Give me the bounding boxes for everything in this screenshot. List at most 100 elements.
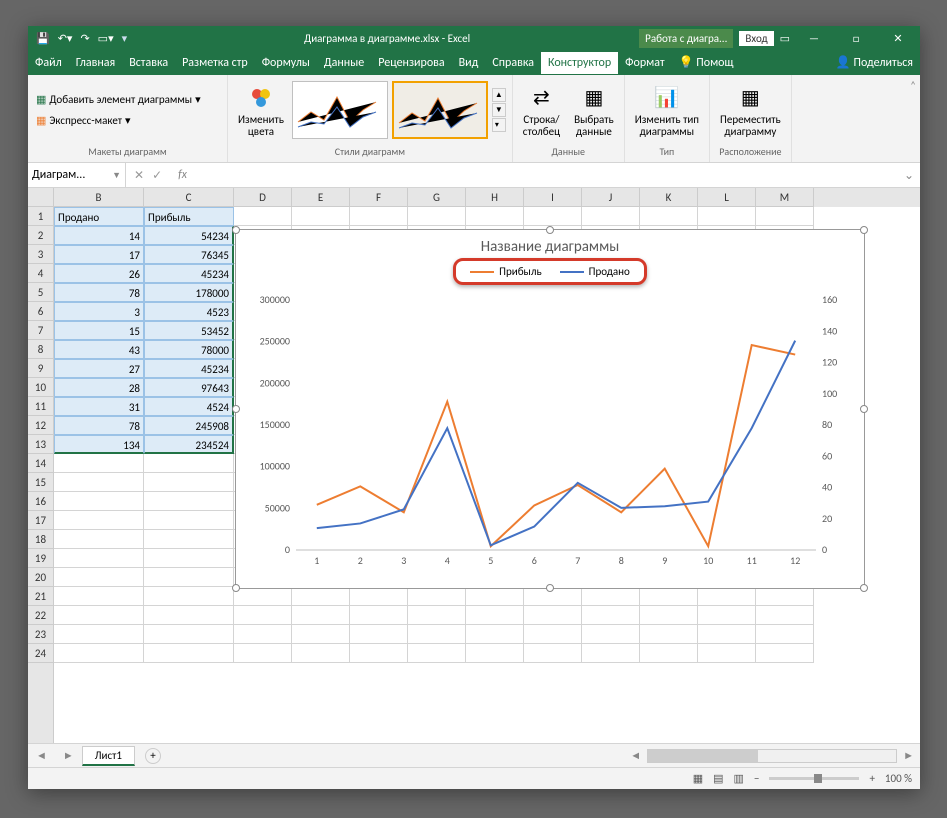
tab-insert[interactable]: Вставка — [122, 52, 175, 74]
cell[interactable] — [582, 606, 640, 625]
cell[interactable]: 245908 — [144, 416, 234, 435]
cell[interactable] — [292, 644, 350, 663]
col-header-E[interactable]: E — [292, 188, 350, 207]
cell[interactable] — [234, 625, 292, 644]
styles-down-icon[interactable]: ▼ — [492, 103, 506, 117]
cell[interactable] — [466, 625, 524, 644]
row-header-24[interactable]: 24 — [28, 644, 53, 663]
maximize-button[interactable]: □ — [838, 26, 874, 50]
cell[interactable]: 15 — [54, 321, 144, 340]
cell[interactable] — [144, 568, 234, 587]
cell[interactable]: 78000 — [144, 340, 234, 359]
cell[interactable] — [234, 606, 292, 625]
cell[interactable] — [698, 625, 756, 644]
cell[interactable]: 78 — [54, 283, 144, 302]
view-pagelayout-icon[interactable]: ▤ — [713, 772, 723, 785]
row-header-21[interactable]: 21 — [28, 587, 53, 606]
row-header-23[interactable]: 23 — [28, 625, 53, 644]
col-header-J[interactable]: J — [582, 188, 640, 207]
row-header-7[interactable]: 7 — [28, 321, 53, 340]
cell[interactable] — [640, 587, 698, 606]
col-header-M[interactable]: M — [756, 188, 814, 207]
login-button[interactable]: Вход — [739, 31, 773, 46]
select-data-button[interactable]: ▦Выбрать данные — [570, 80, 618, 140]
row-header-15[interactable]: 15 — [28, 473, 53, 492]
cell[interactable] — [54, 644, 144, 663]
cell[interactable] — [350, 644, 408, 663]
cell[interactable]: 31 — [54, 397, 144, 416]
cell[interactable] — [292, 587, 350, 606]
cell[interactable] — [144, 587, 234, 606]
cell[interactable]: 14 — [54, 226, 144, 245]
col-header-C[interactable]: C — [144, 188, 234, 207]
cell[interactable] — [408, 644, 466, 663]
cell[interactable] — [350, 606, 408, 625]
cell[interactable] — [582, 207, 640, 226]
cell[interactable] — [144, 606, 234, 625]
cell[interactable] — [582, 644, 640, 663]
row-header-9[interactable]: 9 — [28, 359, 53, 378]
minimize-button[interactable]: — — [796, 26, 832, 50]
cell[interactable] — [292, 207, 350, 226]
cell[interactable] — [698, 644, 756, 663]
collapse-ribbon-icon[interactable]: ˄ — [910, 79, 916, 92]
cell[interactable] — [350, 587, 408, 606]
cell[interactable] — [582, 625, 640, 644]
cell[interactable] — [408, 207, 466, 226]
cell[interactable] — [524, 207, 582, 226]
zoom-in-icon[interactable]: + — [869, 772, 874, 785]
change-colors-button[interactable]: Изменить цвета — [234, 80, 288, 140]
save-icon[interactable]: 💾 — [36, 32, 50, 45]
cell[interactable] — [234, 207, 292, 226]
tab-data[interactable]: Данные — [317, 52, 371, 74]
tab-layout[interactable]: Разметка стр — [175, 52, 255, 74]
cell[interactable] — [54, 549, 144, 568]
cell[interactable] — [144, 454, 234, 473]
cell[interactable]: 17 — [54, 245, 144, 264]
styles-up-icon[interactable]: ▲ — [492, 88, 506, 102]
select-all-button[interactable] — [28, 188, 54, 207]
col-header-D[interactable]: D — [234, 188, 292, 207]
add-chart-element-button[interactable]: ▦ Добавить элемент диаграммы ▾ — [34, 91, 203, 108]
cell[interactable]: 26 — [54, 264, 144, 283]
row-header-22[interactable]: 22 — [28, 606, 53, 625]
cell[interactable] — [756, 587, 814, 606]
cell[interactable] — [144, 644, 234, 663]
cell[interactable] — [466, 587, 524, 606]
ribbon-display-icon[interactable]: ▭ — [780, 32, 790, 45]
namebox-dropdown-icon[interactable]: ▼ — [112, 170, 121, 181]
cell[interactable]: 78 — [54, 416, 144, 435]
chart-style-2[interactable] — [392, 81, 488, 139]
cell[interactable] — [640, 644, 698, 663]
cell[interactable] — [756, 625, 814, 644]
cell[interactable] — [54, 606, 144, 625]
row-header-4[interactable]: 4 — [28, 264, 53, 283]
cell[interactable]: 134 — [54, 435, 144, 454]
hscroll-bar[interactable] — [647, 749, 897, 763]
cell[interactable] — [54, 587, 144, 606]
cell[interactable] — [524, 606, 582, 625]
cell[interactable]: 4524 — [144, 397, 234, 416]
row-header-3[interactable]: 3 — [28, 245, 53, 264]
cell[interactable]: 234524 — [144, 435, 234, 454]
cell[interactable]: 3 — [54, 302, 144, 321]
chart-style-1[interactable] — [292, 81, 388, 139]
sheet-nav-prev-icon[interactable]: ◄ — [28, 749, 55, 762]
cell[interactable] — [350, 207, 408, 226]
cell[interactable] — [466, 207, 524, 226]
cell[interactable] — [234, 587, 292, 606]
tab-format[interactable]: Формат — [618, 52, 671, 74]
accept-formula-icon[interactable]: ✓ — [152, 168, 162, 183]
cell[interactable]: 76345 — [144, 245, 234, 264]
cell[interactable]: 97643 — [144, 378, 234, 397]
col-header-F[interactable]: F — [350, 188, 408, 207]
move-chart-button[interactable]: ▦Переместить диаграмму — [716, 80, 785, 140]
col-header-B[interactable]: B — [54, 188, 144, 207]
cell[interactable] — [698, 587, 756, 606]
cell[interactable]: 53452 — [144, 321, 234, 340]
row-header-16[interactable]: 16 — [28, 492, 53, 511]
row-header-1[interactable]: 1 — [28, 207, 53, 226]
cell[interactable] — [466, 644, 524, 663]
name-box[interactable]: Диаграм...▼ — [28, 163, 126, 187]
cell[interactable] — [144, 511, 234, 530]
